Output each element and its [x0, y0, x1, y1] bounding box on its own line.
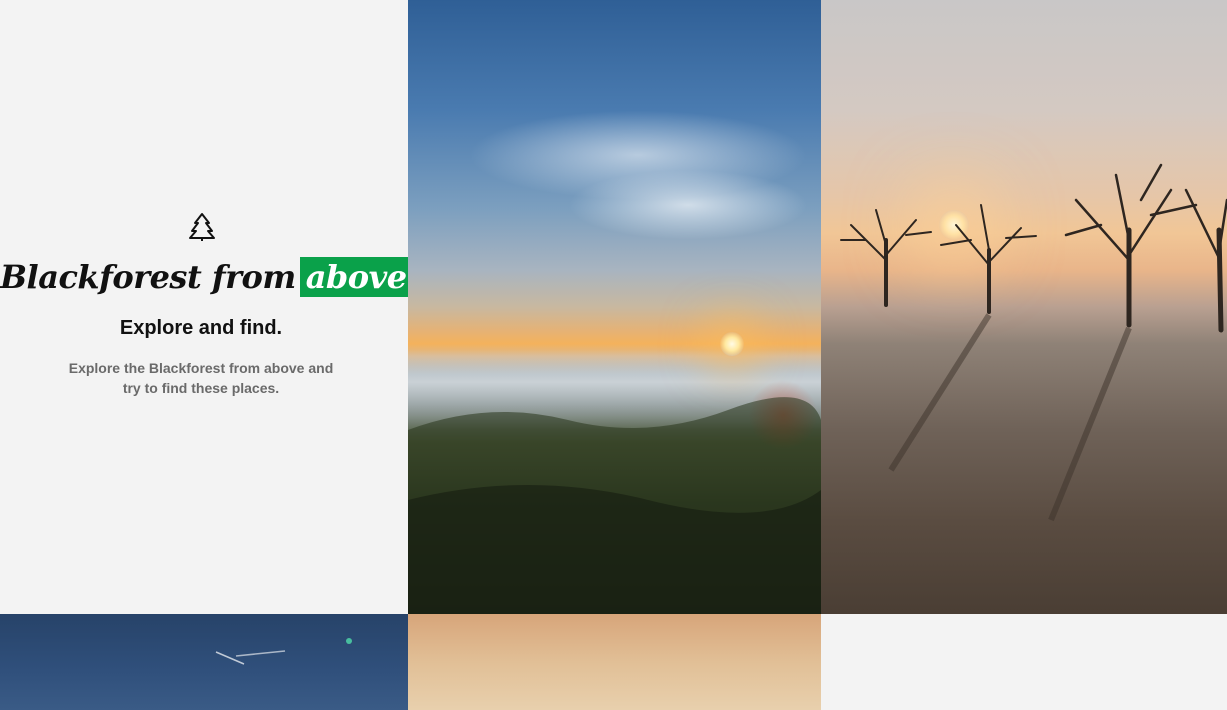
photo-sky[interactable] [0, 614, 408, 710]
tree-icon [189, 213, 215, 241]
photo-sunrise-fog[interactable] [408, 0, 821, 614]
brand-text: Blackforest from [0, 258, 296, 296]
page-subtitle: Explore and find. [119, 317, 283, 339]
empty-grid-cell [821, 614, 1227, 710]
photo-frost-trees[interactable] [821, 0, 1227, 614]
brand-title: Blackforest from above [0, 256, 408, 298]
page-description: Explore the Blackforest from above and t… [68, 360, 334, 396]
brand-highlight: above [299, 257, 408, 297]
trees-silhouette [840, 163, 1227, 522]
intro-panel: Blackforest from above Explore and find. … [0, 0, 408, 614]
hills-silhouette [408, 397, 821, 614]
photo-dawn[interactable] [408, 614, 821, 710]
contrail-shape [215, 638, 352, 665]
